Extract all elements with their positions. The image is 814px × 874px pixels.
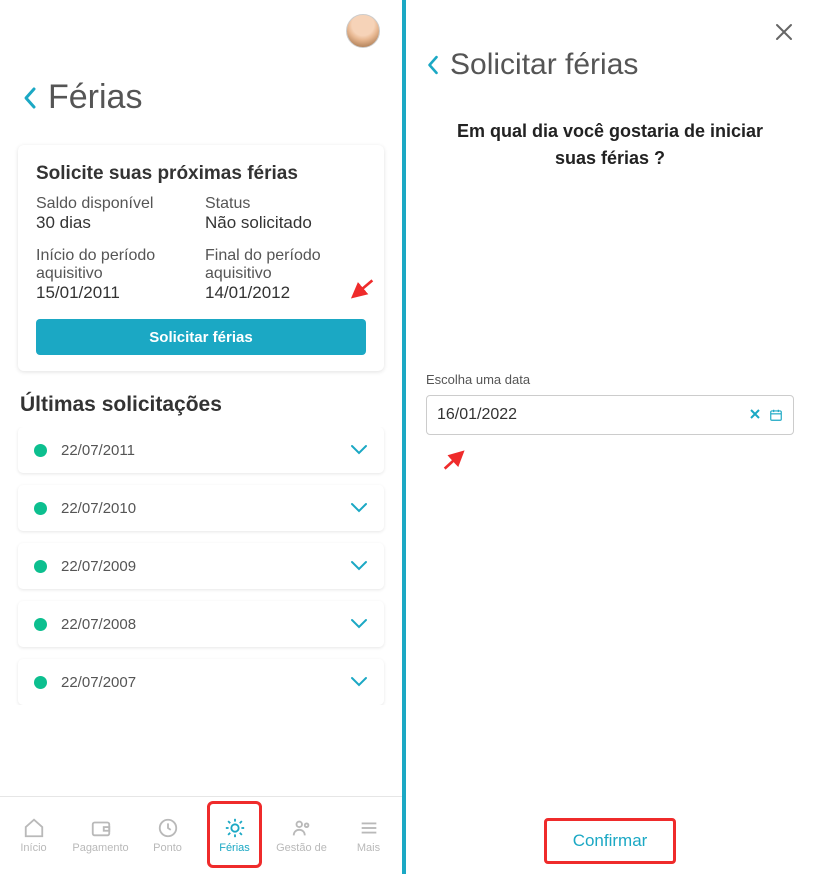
solicitar-ferias-panel: Solicitar férias Em qual dia você gostar… — [406, 0, 814, 874]
status-dot-icon — [34, 560, 47, 573]
request-date: 22/07/2011 — [61, 442, 350, 459]
sun-icon — [224, 817, 246, 839]
inicio-value: 15/01/2011 — [36, 283, 197, 303]
final-value: 14/01/2012 — [205, 283, 366, 303]
confirm-bar: Confirmar — [406, 818, 814, 864]
requests-list: 22/07/2011 22/07/2010 22/07/2009 22/07/2… — [0, 427, 402, 705]
nav-mais[interactable]: Mais — [335, 797, 402, 874]
final-label: Final do período aquisitivo — [205, 247, 366, 283]
date-input-field[interactable] — [437, 406, 749, 424]
panel-title: Solicitar férias — [450, 48, 638, 82]
clock-icon — [157, 817, 179, 839]
request-item[interactable]: 22/07/2009 — [18, 543, 384, 589]
saldo-label: Saldo disponível — [36, 195, 197, 213]
clear-icon[interactable] — [749, 408, 761, 422]
nav-gestao[interactable]: Gestão de — [268, 797, 335, 874]
nav-label: Ponto — [153, 842, 182, 854]
status-dot-icon — [34, 676, 47, 689]
request-date: 22/07/2009 — [61, 558, 350, 575]
annotation-highlight: Confirmar — [544, 818, 677, 864]
nav-ponto[interactable]: Ponto — [134, 797, 201, 874]
vacation-card: Solicite suas próximas férias Saldo disp… — [18, 145, 384, 371]
home-icon — [23, 817, 45, 839]
nav-label: Pagamento — [72, 842, 128, 854]
back-icon[interactable] — [22, 86, 38, 110]
back-icon[interactable] — [426, 54, 440, 76]
chevron-down-icon — [350, 502, 368, 514]
calendar-icon[interactable] — [769, 408, 783, 422]
bottom-nav: Início Pagamento Ponto Férias Gestão de … — [0, 796, 402, 874]
card-title: Solicite suas próximas férias — [36, 163, 366, 185]
avatar[interactable] — [346, 14, 380, 48]
solicitar-ferias-button[interactable]: Solicitar férias — [36, 319, 366, 355]
chevron-down-icon — [350, 560, 368, 572]
people-icon — [291, 817, 313, 839]
status-label: Status — [205, 195, 366, 213]
list-section-title: Últimas solicitações — [20, 393, 382, 417]
wallet-icon — [90, 817, 112, 839]
nav-label: Férias — [219, 842, 250, 854]
nav-label: Mais — [357, 842, 380, 854]
status-dot-icon — [34, 502, 47, 515]
inicio-label: Início do período aquisitivo — [36, 247, 197, 283]
confirm-button[interactable]: Confirmar — [555, 823, 666, 859]
chevron-down-icon — [350, 444, 368, 456]
date-input[interactable] — [426, 395, 794, 435]
nav-ferias[interactable]: Férias — [201, 797, 268, 874]
nav-pagamento[interactable]: Pagamento — [67, 797, 134, 874]
request-date: 22/07/2010 — [61, 500, 350, 517]
close-icon[interactable] — [774, 22, 794, 42]
chevron-down-icon — [350, 618, 368, 630]
request-item[interactable]: 22/07/2007 — [18, 659, 384, 705]
request-item[interactable]: 22/07/2011 — [18, 427, 384, 473]
panel-header: Solicitar férias — [426, 48, 794, 82]
request-date: 22/07/2008 — [61, 616, 350, 633]
menu-icon — [358, 817, 380, 839]
saldo-value: 30 dias — [36, 213, 197, 233]
request-item[interactable]: 22/07/2008 — [18, 601, 384, 647]
date-field-label: Escolha uma data — [426, 372, 794, 387]
request-item[interactable]: 22/07/2010 — [18, 485, 384, 531]
annotation-arrow-icon — [437, 450, 471, 470]
ferias-screen: Férias Solicite suas próximas férias Sal… — [0, 0, 406, 874]
request-date: 22/07/2007 — [61, 674, 350, 691]
status-dot-icon — [34, 444, 47, 457]
page-title: Férias — [48, 78, 142, 117]
chevron-down-icon — [350, 676, 368, 688]
nav-label: Início — [20, 842, 46, 854]
page-header: Férias — [0, 0, 402, 135]
question-text: Em qual dia você gostaria de iniciar sua… — [426, 118, 794, 172]
nav-label: Gestão de — [276, 842, 327, 854]
status-dot-icon — [34, 618, 47, 631]
status-value: Não solicitado — [205, 213, 366, 233]
nav-inicio[interactable]: Início — [0, 797, 67, 874]
